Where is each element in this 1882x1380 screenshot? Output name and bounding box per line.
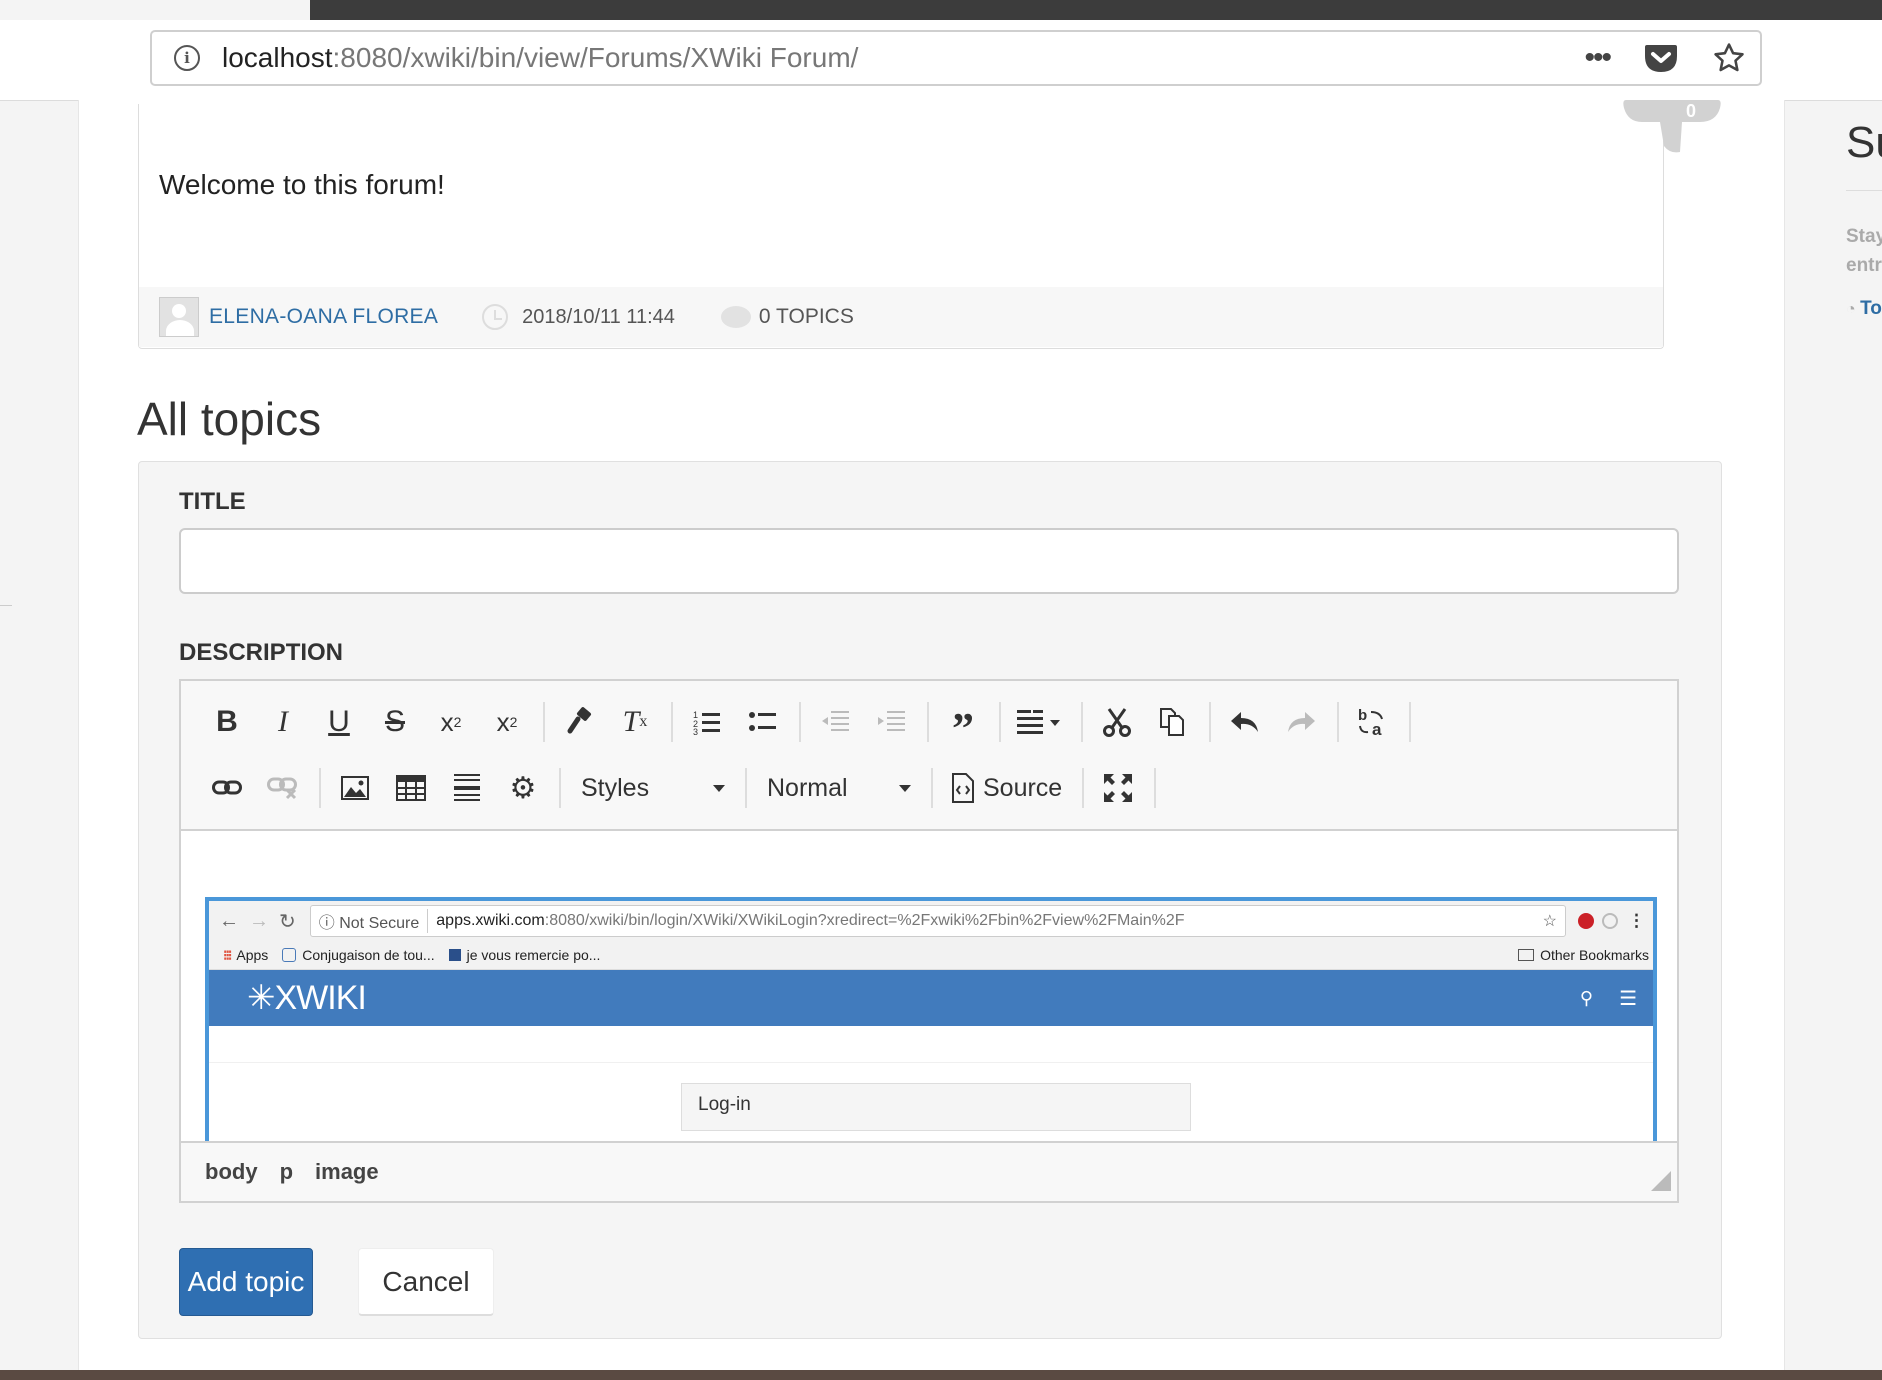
title-label: TITLE bbox=[179, 488, 246, 515]
strikethrough-button[interactable]: S bbox=[373, 701, 417, 743]
add-topic-button[interactable]: Add topic bbox=[179, 1248, 313, 1316]
title-input[interactable] bbox=[179, 528, 1679, 594]
blockquote-icon[interactable]: ” bbox=[941, 694, 985, 751]
source-button[interactable]: Source bbox=[945, 773, 1062, 803]
maximize-icon[interactable] bbox=[1096, 767, 1140, 809]
address-bar[interactable]: i localhost:8080/xwiki/bin/view/Forums/X… bbox=[150, 30, 1762, 86]
badge-count: 0 bbox=[1686, 101, 1696, 121]
address-url[interactable]: localhost:8080/xwiki/bin/view/Forums/XWi… bbox=[222, 42, 858, 74]
bulleted-list-icon[interactable] bbox=[741, 701, 785, 743]
rss-icon: ◔ bbox=[1846, 301, 1861, 318]
author-link[interactable]: ELENA-OANA FLOREA bbox=[209, 305, 438, 329]
styles-dropdown[interactable]: Styles bbox=[573, 767, 725, 809]
redo-icon[interactable] bbox=[1279, 701, 1323, 743]
embedded-screenshot-image[interactable]: ← → ↻ ⓘ Not Secure apps.xwiki.com:8080/xw… bbox=[205, 897, 1657, 1141]
description-label: DESCRIPTION bbox=[179, 639, 344, 666]
rich-text-editor: B I U S x2 x2 Tx 123 ” b a ⚙ Styles Norm… bbox=[179, 679, 1679, 1203]
subscript-button[interactable]: x2 bbox=[429, 701, 473, 743]
embedded-bookmarks-bar: ⁝⁝⁝ Apps Conjugaison de tou... je vous re… bbox=[209, 941, 1653, 970]
hamburger-icon: ☰ bbox=[1619, 988, 1637, 1010]
editor-toolbar: B I U S x2 x2 Tx 123 ” b a ⚙ Styles Norm… bbox=[181, 681, 1677, 831]
forum-meta: ELENA-OANA FLOREA 2018/10/11 11:44 0 TOP… bbox=[139, 287, 1663, 347]
avatar[interactable] bbox=[159, 297, 199, 337]
sidebar-title: Su bbox=[1846, 118, 1882, 167]
sidebar-text: Stay entr bbox=[1846, 226, 1882, 276]
cancel-button[interactable]: Cancel bbox=[358, 1248, 494, 1316]
path-body[interactable]: body bbox=[205, 1159, 258, 1185]
align-dropdown-icon[interactable] bbox=[1013, 701, 1067, 743]
forward-arrow-icon: → bbox=[249, 909, 269, 932]
horizontal-rule-icon[interactable] bbox=[445, 767, 489, 809]
pocket-icon[interactable] bbox=[1644, 42, 1678, 74]
indent-icon[interactable] bbox=[869, 701, 913, 743]
image-icon[interactable] bbox=[333, 767, 377, 809]
underline-button[interactable]: U bbox=[317, 701, 361, 743]
bookmark-other: Other Bookmarks bbox=[1518, 947, 1649, 963]
pinterest-icon bbox=[1578, 913, 1594, 929]
find-replace-icon[interactable]: ba bbox=[1351, 701, 1395, 743]
chevron-down-icon bbox=[899, 785, 911, 792]
svg-text:3: 3 bbox=[693, 727, 698, 735]
more-dots-icon[interactable]: ••• bbox=[1584, 43, 1611, 73]
sidebar-divider bbox=[1846, 190, 1882, 191]
xwiki-logo: ✳XWIKI bbox=[247, 979, 367, 1017]
remove-format-icon[interactable]: Tx bbox=[613, 701, 657, 743]
section-title: All topics bbox=[137, 393, 322, 445]
bookmark-2: je vous remercie po... bbox=[448, 947, 600, 963]
embedded-browser-nav: ← → ↻ ⓘ Not Secure apps.xwiki.com:8080/xw… bbox=[209, 901, 1653, 941]
undo-icon[interactable] bbox=[1223, 701, 1267, 743]
copy-formatting-icon[interactable] bbox=[557, 701, 601, 743]
embedded-login-panel: Log-in bbox=[681, 1083, 1191, 1131]
copy-icon[interactable] bbox=[1151, 701, 1195, 743]
new-topic-form: TITLE DESCRIPTION B I U S x2 x2 Tx 123 ”… bbox=[138, 461, 1722, 1339]
link-icon[interactable] bbox=[205, 767, 249, 809]
embedded-xwiki-header: ✳XWIKI ⚲ ☰ bbox=[209, 970, 1653, 1026]
bookmark-1: Conjugaison de tou... bbox=[282, 947, 435, 963]
superscript-button[interactable]: x2 bbox=[485, 701, 529, 743]
forum-description: Welcome to this forum! bbox=[159, 169, 445, 200]
svg-text:a: a bbox=[1372, 720, 1382, 737]
search-icon: ⚲ bbox=[1579, 988, 1593, 1008]
svg-text:b: b bbox=[1358, 707, 1367, 724]
browser-toolbar: i localhost:8080/xwiki/bin/view/Forums/X… bbox=[0, 20, 1882, 101]
window-top-strip bbox=[310, 0, 1882, 20]
back-arrow-icon: ← bbox=[219, 909, 239, 932]
sidebar-rss-link[interactable]: ◔ To bbox=[1846, 298, 1882, 320]
path-image[interactable]: image bbox=[315, 1159, 379, 1185]
menu-kebab-icon: ⋮ bbox=[1628, 911, 1645, 930]
gear-icon[interactable]: ⚙ bbox=[501, 767, 545, 809]
clock-icon bbox=[482, 304, 509, 330]
elements-path: body p image bbox=[181, 1141, 1677, 1201]
bookmark-apps: ⁝⁝⁝ Apps bbox=[223, 946, 269, 964]
table-icon[interactable] bbox=[389, 767, 433, 809]
editor-content[interactable]: ← → ↻ ⓘ Not Secure apps.xwiki.com:8080/xw… bbox=[181, 831, 1677, 1141]
reload-icon: ↻ bbox=[279, 910, 296, 933]
cut-icon[interactable] bbox=[1095, 701, 1139, 743]
unlink-icon[interactable] bbox=[261, 767, 305, 809]
divider bbox=[0, 605, 12, 606]
path-p[interactable]: p bbox=[280, 1159, 293, 1185]
forum-card: Welcome to this forum! ELENA-OANA FLOREA… bbox=[138, 104, 1664, 349]
info-icon[interactable]: i bbox=[174, 45, 200, 71]
star-icon: ☆ bbox=[1542, 913, 1557, 930]
source-icon bbox=[952, 773, 974, 803]
embedded-url: ⓘ Not Secure apps.xwiki.com:8080/xwiki/bi… bbox=[309, 905, 1566, 937]
topics-badge-icon: 0 bbox=[1623, 100, 1721, 153]
star-icon[interactable] bbox=[1712, 41, 1746, 75]
comment-icon bbox=[720, 306, 751, 328]
forum-date: 2018/10/11 11:44 bbox=[522, 305, 675, 328]
italic-button[interactable]: I bbox=[261, 701, 305, 743]
window-bottom-strip bbox=[0, 1370, 1882, 1380]
format-dropdown[interactable]: Normal bbox=[759, 767, 911, 809]
chevron-down-icon bbox=[713, 785, 725, 792]
embedded-breadcrumb-strip bbox=[209, 1026, 1653, 1063]
extension-icon bbox=[1602, 913, 1618, 929]
bold-button[interactable]: B bbox=[205, 701, 249, 743]
topics-count: 0 TOPICS bbox=[758, 305, 854, 328]
resize-handle-icon[interactable] bbox=[1651, 1171, 1671, 1191]
numbered-list-icon[interactable]: 123 bbox=[685, 701, 729, 743]
outdent-icon[interactable] bbox=[813, 701, 857, 743]
